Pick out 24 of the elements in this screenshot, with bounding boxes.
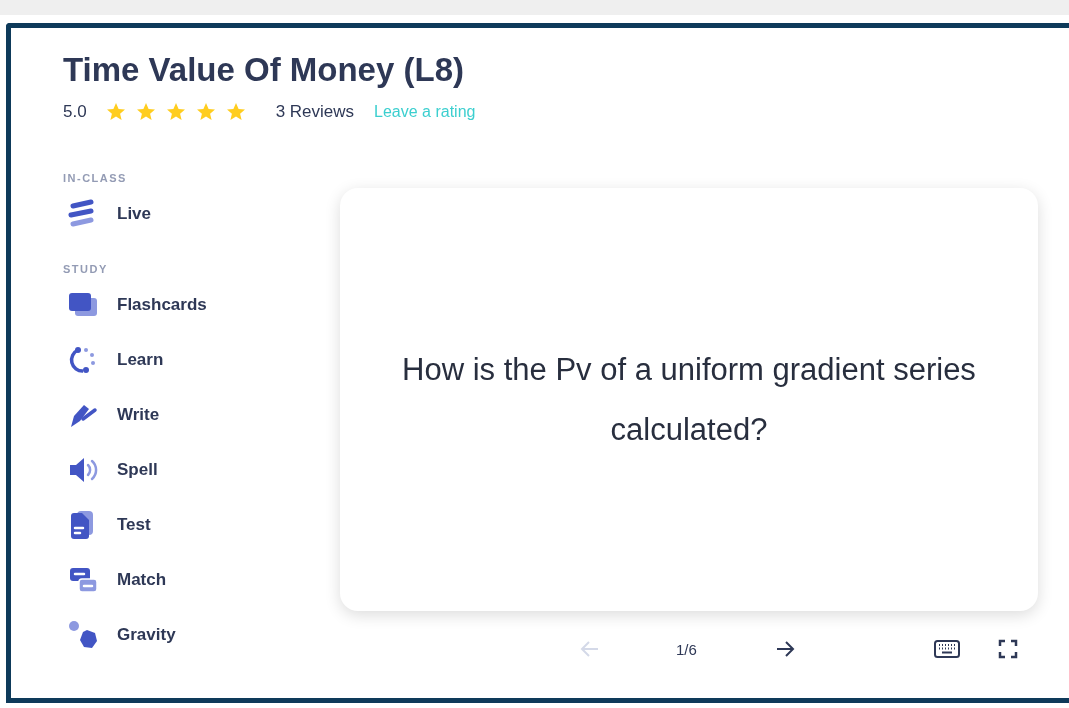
star-icon bbox=[135, 102, 156, 122]
study-mode-link[interactable]: Flashcards bbox=[117, 294, 207, 315]
study-mode-link[interactable]: Test bbox=[117, 514, 151, 535]
card-counter: 1/6 bbox=[676, 640, 697, 658]
shapes-icon bbox=[67, 618, 99, 651]
card-question: How is the Pv of a uniform gradient series calculated? bbox=[401, 350, 977, 449]
set-title: Time Value Of Money (L8) bbox=[63, 50, 465, 90]
keyboard-icon bbox=[934, 640, 960, 658]
study-mode-link[interactable]: Write bbox=[117, 404, 160, 425]
star-icon bbox=[195, 102, 216, 122]
review-count: 3 Reviews bbox=[275, 102, 355, 122]
star-icon bbox=[225, 102, 246, 122]
study-mode-link[interactable]: Learn bbox=[117, 349, 164, 370]
star-icon bbox=[165, 102, 186, 122]
rating-score: 5.0 bbox=[63, 102, 87, 122]
study-mode-link[interactable]: Live bbox=[117, 203, 152, 224]
section-heading: IN-CLASS bbox=[63, 172, 128, 184]
study-mode-link[interactable]: Match bbox=[117, 569, 167, 590]
fullscreen-icon bbox=[998, 639, 1018, 659]
star-icon bbox=[105, 102, 126, 122]
study-mode-link[interactable]: Gravity bbox=[117, 624, 176, 645]
study-mode-link[interactable]: Spell bbox=[117, 459, 158, 480]
flashcard[interactable]: How is the Pv of a uniform gradient series calculated? bbox=[340, 188, 1038, 611]
section-heading: STUDY bbox=[63, 263, 109, 275]
